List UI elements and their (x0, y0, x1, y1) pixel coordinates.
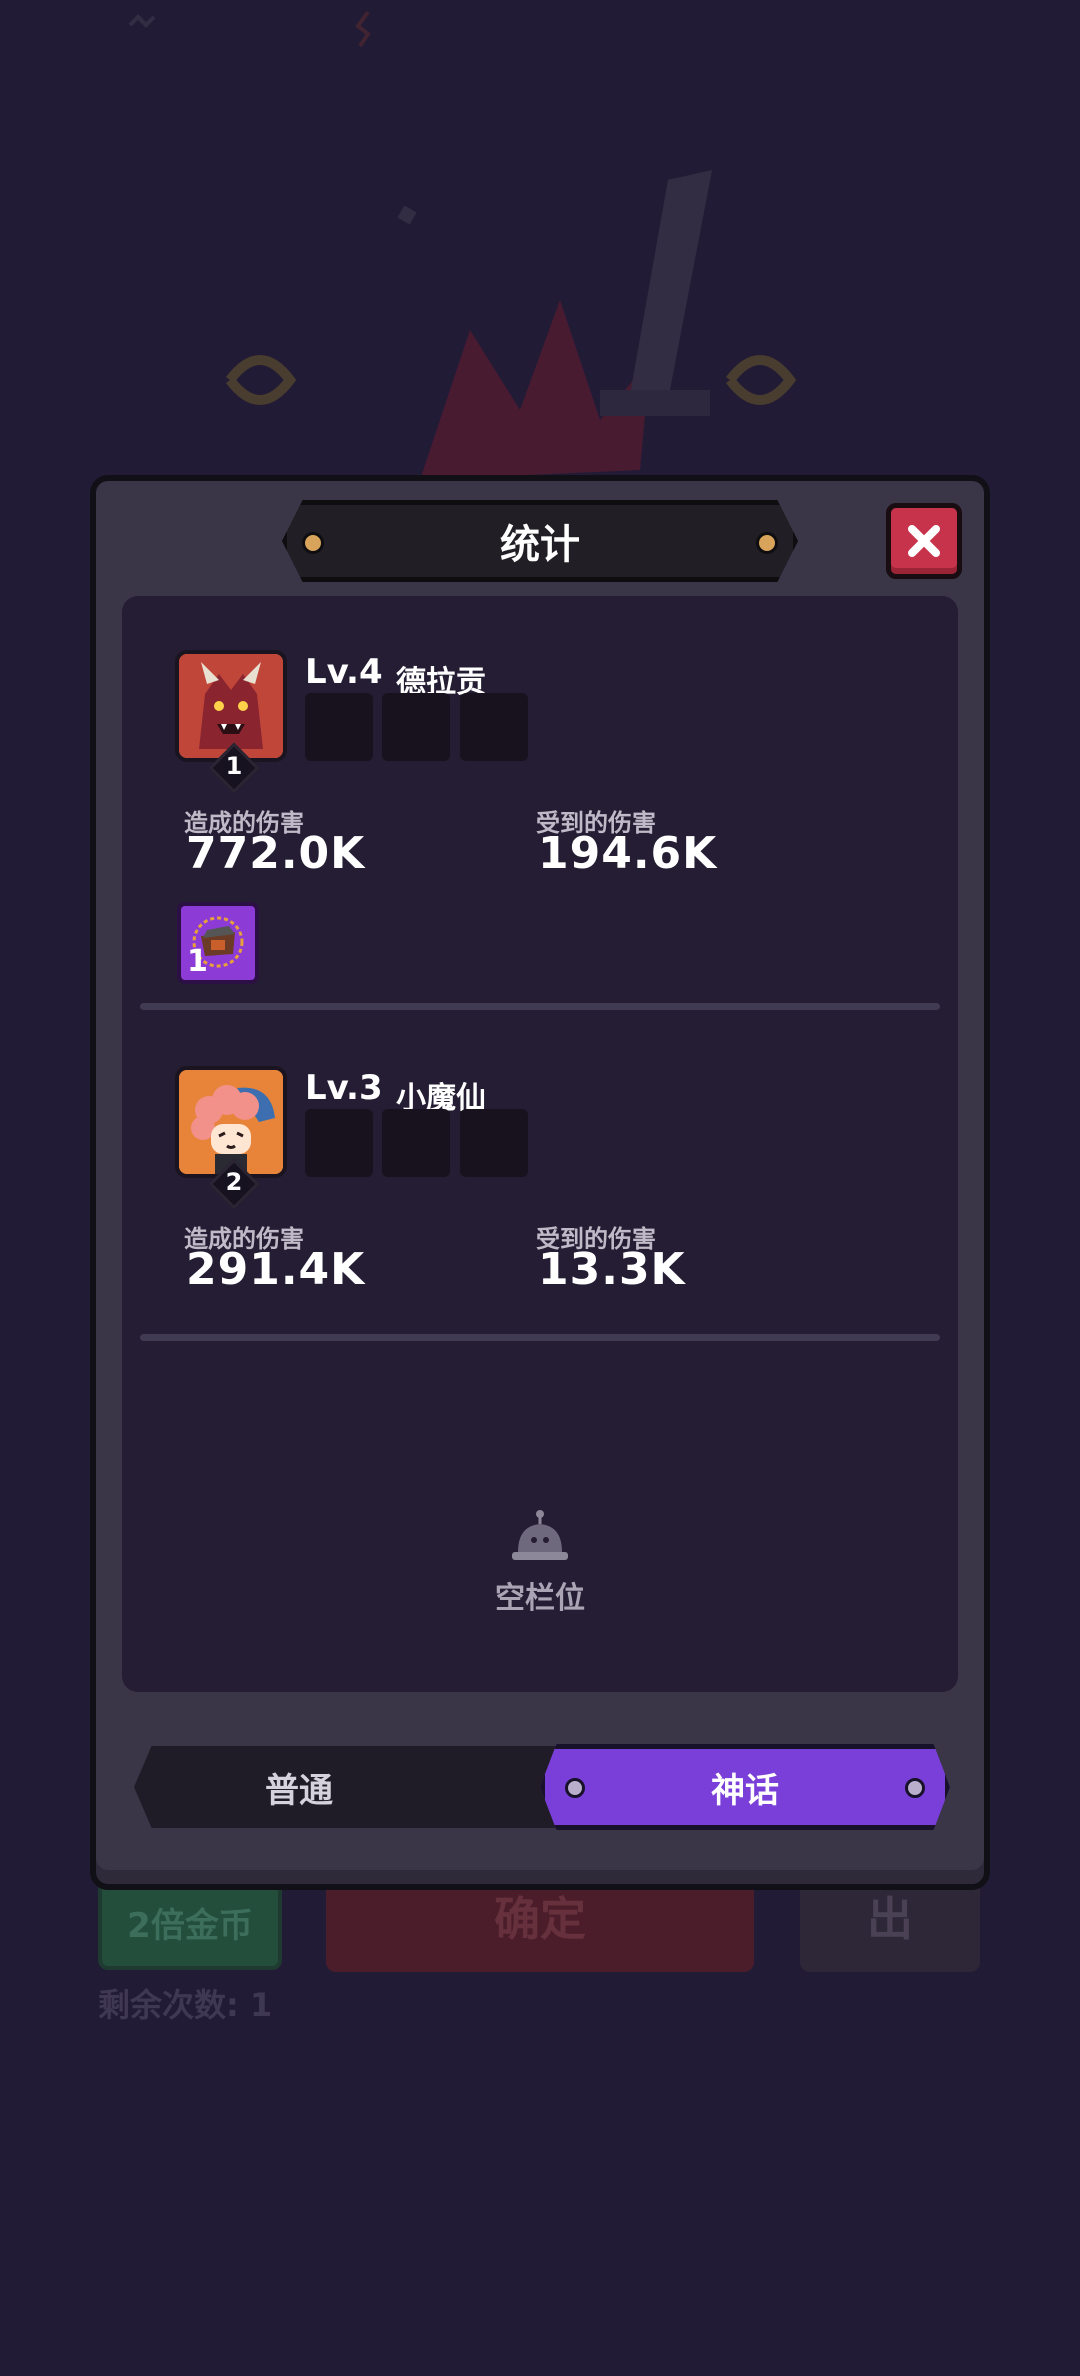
equip-slot[interactable] (460, 1109, 528, 1177)
tab-myth[interactable]: 神话 (540, 1744, 950, 1830)
damage-taken-value: 194.6K (538, 828, 718, 879)
tab-rivet-right (905, 1778, 925, 1798)
dialog-title-plate: 统计 (282, 500, 798, 582)
close-button[interactable] (886, 503, 962, 579)
remaining-count: 剩余次数: 1 (98, 1986, 273, 2024)
tab-myth-label: 神话 (711, 1770, 779, 1811)
double-gold-label: 2倍金币 (127, 1906, 253, 1946)
hero-divider (140, 1334, 940, 1341)
tab-rivet-left (565, 1778, 585, 1798)
close-icon (908, 525, 940, 557)
rank-number: 2 (225, 1168, 243, 1196)
damage-taken-value: 13.3K (538, 1244, 686, 1295)
item-count: 1 (187, 944, 208, 979)
confirm-label: 确定 (494, 1892, 586, 1946)
empty-slot-label: 空栏位 (495, 1581, 585, 1616)
title-rivet-left (302, 532, 324, 554)
rank-number: 1 (225, 752, 243, 780)
tab-normal-label: 普通 (265, 1770, 333, 1811)
empty-slot-icon (512, 1510, 568, 1560)
damage-dealt-value: 772.0K (186, 828, 366, 879)
curly-hair-kid-icon (179, 1070, 283, 1174)
title-rivet-right (756, 532, 778, 554)
equip-slot[interactable] (382, 1109, 450, 1177)
tab-normal[interactable]: 普通 (134, 1746, 574, 1828)
equip-slot[interactable] (305, 693, 373, 761)
dragon-demon-icon (179, 654, 283, 758)
hero-level: Lv.3 (305, 1068, 383, 1108)
dialog-title: 统计 (500, 522, 580, 568)
equip-slot[interactable] (305, 1109, 373, 1177)
equip-slot[interactable] (460, 693, 528, 761)
damage-dealt-value: 291.4K (186, 1244, 366, 1295)
hero-divider (140, 1003, 940, 1010)
exit-label: 出 (867, 1892, 913, 1946)
hero-level: Lv.4 (305, 652, 383, 692)
equip-slot[interactable] (382, 693, 450, 761)
